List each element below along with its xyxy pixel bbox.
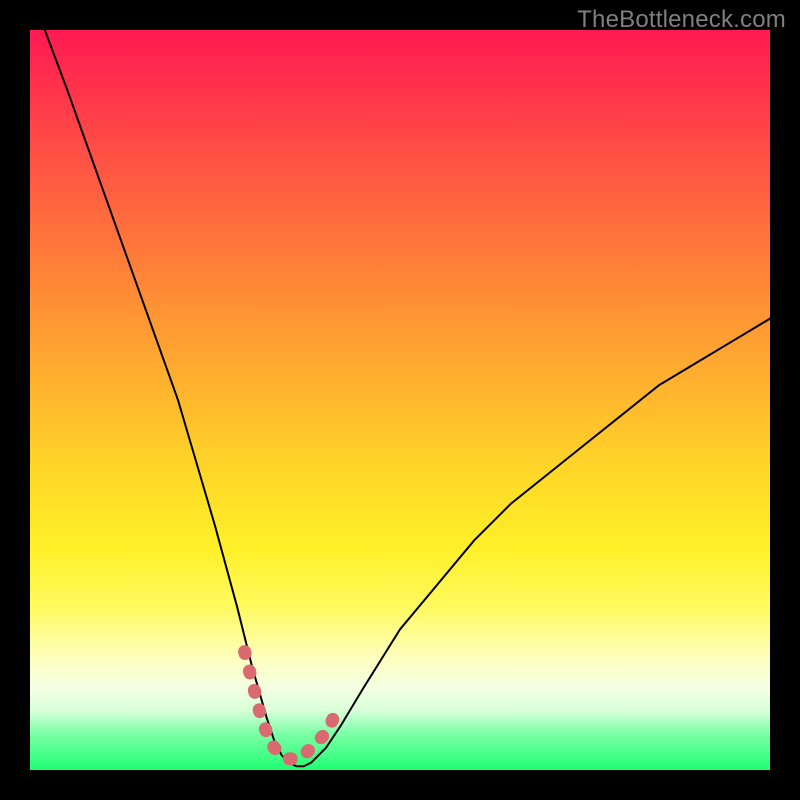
curve-svg: [30, 30, 770, 770]
watermark-text: TheBottleneck.com: [577, 6, 786, 34]
highlight-segment-path: [245, 652, 341, 759]
plot-area: [30, 30, 770, 770]
bottleneck-curve-path: [45, 30, 770, 766]
chart-frame: TheBottleneck.com: [0, 0, 800, 800]
